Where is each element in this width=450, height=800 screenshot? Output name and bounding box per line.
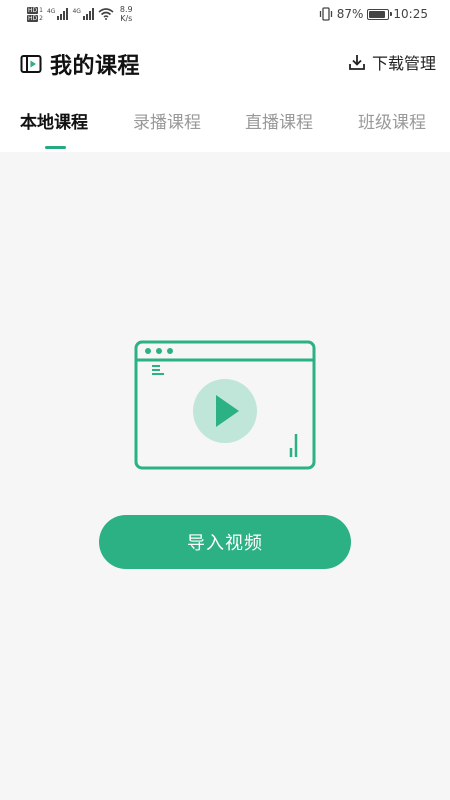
download-icon	[349, 55, 365, 70]
tab-class-courses[interactable]: 班级课程	[358, 108, 426, 133]
download-manager-button[interactable]: 下载管理	[348, 50, 436, 74]
hd-badge: HD	[27, 14, 39, 22]
sim-number: 1	[39, 6, 43, 14]
title-group: 我的课程	[20, 48, 140, 80]
sim-number: 2	[39, 14, 43, 22]
sim-indicators: HD 1 HD 2	[27, 6, 43, 22]
tab-live-courses[interactable]: 直播课程	[245, 108, 313, 133]
net-speed-value: 8.9	[119, 5, 133, 14]
battery-fill	[369, 10, 386, 18]
signal-icon: 4G	[72, 8, 94, 20]
app-header: 我的课程 下载管理	[0, 44, 450, 82]
status-bar: HD 1 HD 2 4G 4G 8.9 K/s 87% 10:25	[0, 0, 450, 28]
video-window-illustration	[134, 340, 316, 470]
course-tabs: 本地课程 录播课程 直播课程 班级课程	[0, 108, 450, 148]
hd-badge: HD	[27, 6, 39, 14]
wifi-icon	[98, 8, 114, 20]
status-right: 87% 10:25	[319, 5, 428, 23]
tab-recorded-courses[interactable]: 录播课程	[133, 108, 201, 133]
download-manager-label: 下载管理	[371, 54, 436, 73]
net-speed-unit: K/s	[120, 14, 133, 23]
import-video-button[interactable]: 导入视频	[99, 515, 351, 569]
vibrate-icon	[319, 7, 332, 21]
battery-icon	[367, 8, 393, 20]
network-type-label: 4G	[72, 8, 81, 15]
video-course-icon	[20, 55, 42, 73]
status-time: 10:25	[393, 7, 428, 21]
signal-icon: 4G	[46, 8, 69, 20]
battery-percent: 87%	[336, 7, 364, 21]
active-tab-indicator	[45, 146, 66, 149]
sim2-indicator: HD 2	[27, 14, 43, 22]
page-title: 我的课程	[50, 54, 141, 79]
status-left: HD 1 HD 2 4G 4G 8.9 K/s	[27, 3, 133, 25]
network-type-label: 4G	[46, 8, 56, 15]
sim1-indicator: HD 1	[27, 6, 43, 14]
tab-local-courses[interactable]: 本地课程	[20, 108, 88, 133]
net-speed: 8.9 K/s	[120, 5, 133, 23]
